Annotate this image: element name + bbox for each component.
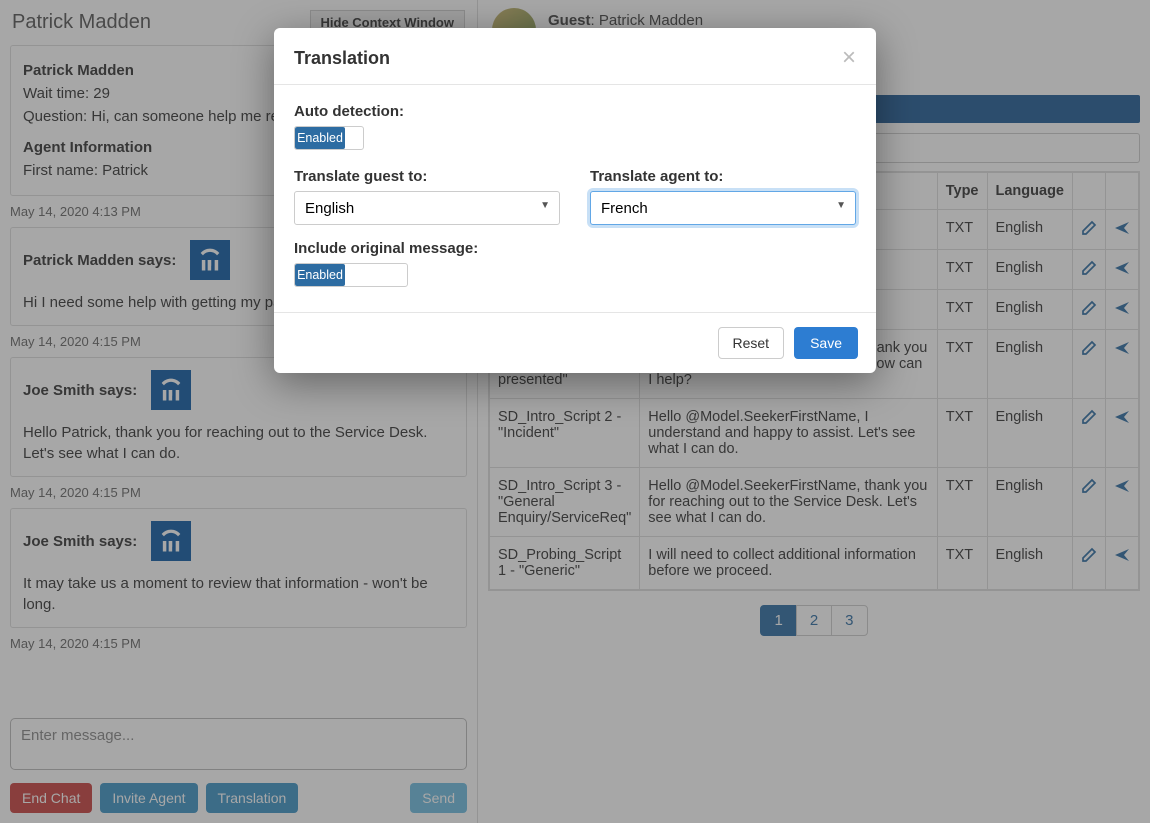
save-button[interactable]: Save <box>794 327 858 359</box>
modal-title: Translation <box>294 48 390 69</box>
translate-agent-label: Translate agent to: <box>590 168 856 185</box>
auto-detect-label: Auto detection: <box>294 103 856 120</box>
translate-agent-select[interactable]: French <box>590 191 856 225</box>
reset-button[interactable]: Reset <box>718 327 785 359</box>
include-original-toggle[interactable]: Enabled <box>294 263 408 287</box>
close-icon: × <box>842 44 856 71</box>
modal-close-button[interactable]: × <box>842 46 856 70</box>
translate-guest-select[interactable]: English <box>294 191 560 225</box>
translate-guest-label: Translate guest to: <box>294 168 560 185</box>
include-original-label: Include original message: <box>294 240 856 257</box>
translation-modal: Translation × Auto detection: Enabled Tr… <box>274 28 876 373</box>
auto-detect-toggle[interactable]: Enabled <box>294 126 364 150</box>
